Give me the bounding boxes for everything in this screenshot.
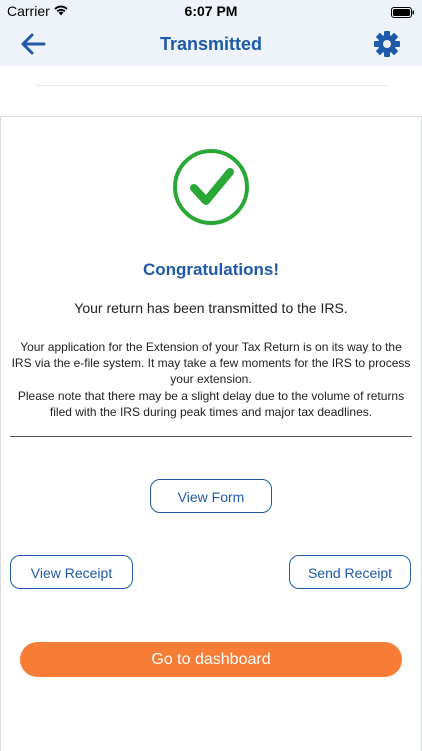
navigation-bar: Transmitted — [0, 22, 422, 66]
battery-icon — [391, 5, 415, 21]
go-to-dashboard-button[interactable]: Go to dashboard — [20, 642, 402, 677]
clock: 6:07 PM — [184, 3, 238, 19]
section-divider — [10, 436, 412, 437]
extension-info-text: Your application for the Extension of yo… — [11, 340, 411, 386]
view-form-button[interactable]: View Form — [150, 479, 272, 513]
congratulations-heading: Congratulations! — [143, 260, 279, 279]
send-receipt-button[interactable]: Send Receipt — [289, 555, 411, 589]
delay-notice-text: Please note that there may be a slight d… — [17, 389, 405, 419]
view-receipt-button[interactable]: View Receipt — [10, 555, 133, 589]
status-bar: Carrier 6:07 PM — [0, 0, 422, 22]
gear-icon — [374, 31, 400, 57]
checkmark-icon — [172, 148, 250, 226]
header-divider — [35, 85, 387, 86]
transmitted-message: Your return has been transmitted to the … — [74, 300, 348, 316]
settings-button[interactable] — [372, 29, 402, 59]
page-title: Transmitted — [159, 34, 263, 54]
